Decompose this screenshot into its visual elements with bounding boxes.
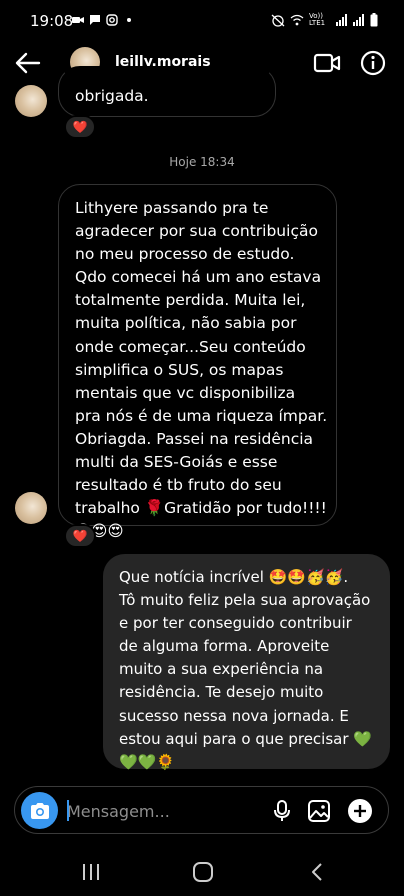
message-composer [14, 786, 389, 834]
recent-apps-icon[interactable] [79, 860, 103, 884]
message-input[interactable] [67, 799, 267, 823]
incoming-message[interactable]: Lithyere passando pra te agradecer por s… [58, 184, 337, 540]
wifi-icon [290, 14, 304, 26]
message-text: obrigada. [75, 87, 149, 105]
camera-button[interactable] [21, 792, 58, 829]
battery-icon [370, 13, 378, 27]
sender-avatar[interactable] [15, 85, 47, 117]
message-text: Que notícia incrível 🤩🤩🥳🥳. Tô muito feli… [119, 568, 372, 771]
video-camera-icon[interactable] [313, 51, 341, 75]
gallery-icon[interactable] [307, 799, 331, 823]
message-text: Lithyere passando pra te agradecer por s… [75, 199, 328, 541]
text-cursor [67, 800, 69, 821]
more-dot-icon [127, 18, 131, 22]
camera-icon [30, 802, 49, 819]
back-icon[interactable] [306, 860, 330, 884]
outgoing-message[interactable]: Que notícia incrível 🤩🤩🥳🥳. Tô muito feli… [103, 554, 390, 771]
microphone-icon[interactable] [270, 799, 294, 823]
add-icon[interactable] [347, 798, 373, 824]
signal-icon [353, 14, 364, 26]
chat-notification-icon [90, 15, 100, 25]
system-nav-bar [0, 848, 404, 896]
message-timestamp: Hoje 18:34 [169, 155, 235, 169]
back-arrow-icon[interactable] [14, 50, 42, 76]
instagram-notification-icon [106, 14, 118, 26]
sender-avatar[interactable] [15, 492, 47, 524]
heart-reaction[interactable]: ❤️ [64, 524, 96, 548]
status-notification-icons [72, 14, 135, 26]
network-label: Vo)) LTE1 [309, 12, 326, 27]
heart-reaction-emoji: ❤️ [72, 529, 88, 543]
heart-reaction[interactable]: ❤️ [64, 115, 96, 139]
video-call-notification-icon [72, 17, 84, 23]
alarm-off-icon [271, 14, 285, 27]
status-time: 19:08 [30, 12, 74, 30]
home-icon[interactable] [191, 860, 215, 884]
status-system-icons: Vo)) LTE1 [271, 13, 378, 27]
status-bar: 19:08 Vo)) LTE1 [0, 0, 404, 42]
heart-reaction-emoji: ❤️ [72, 120, 88, 134]
incoming-message-earlier: obrigada. [58, 66, 276, 117]
signal-icon [336, 14, 347, 26]
info-icon[interactable] [360, 50, 386, 76]
